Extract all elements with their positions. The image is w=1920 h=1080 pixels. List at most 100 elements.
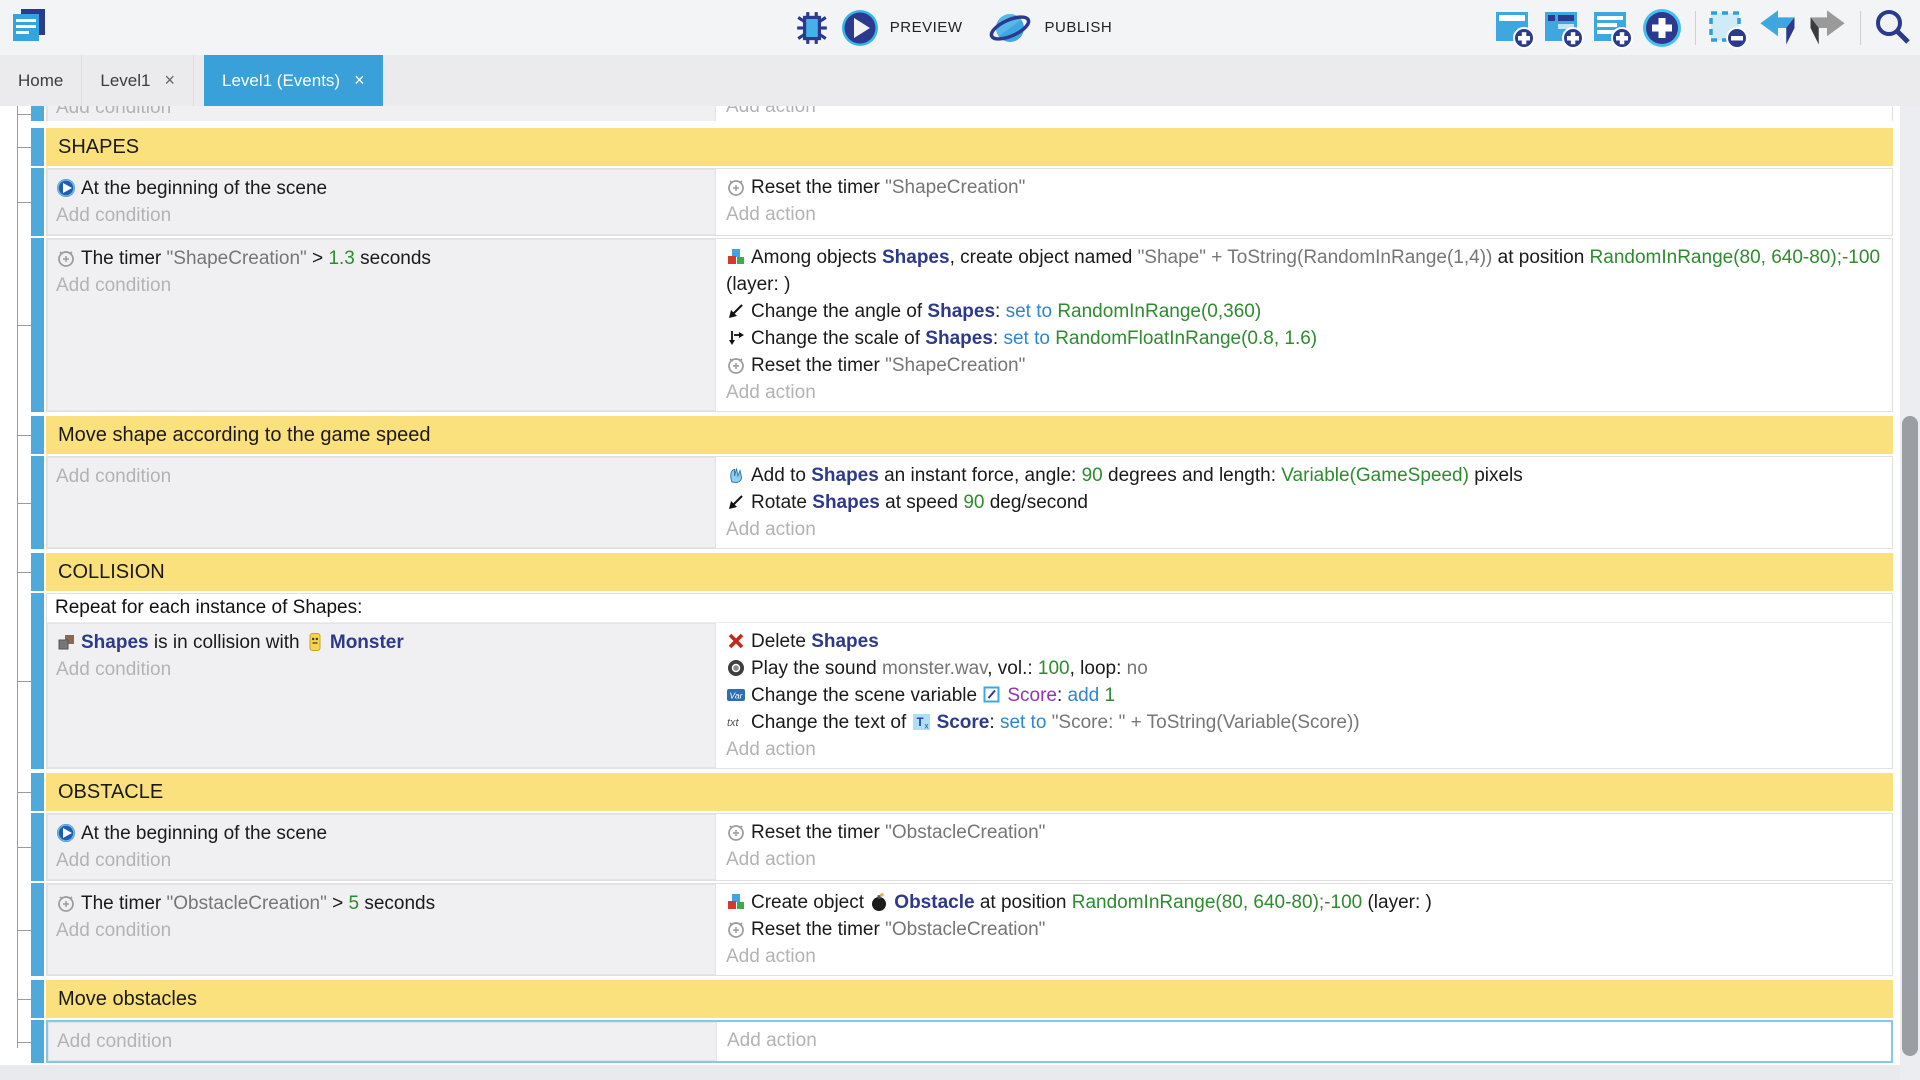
conditions-cell[interactable]: Add condition [47,457,716,548]
add-condition-button[interactable]: Add condition [56,656,707,683]
text-segment: (layer: ) [1362,892,1432,913]
event-block: At the beginning of the sceneAdd conditi… [0,168,1893,236]
close-icon[interactable]: × [164,70,175,91]
publish-globe-icon[interactable] [986,8,1034,48]
conditions-cell[interactable]: At the beginning of the scene Add conditi… [47,814,716,880]
action-line[interactable]: Reset the timer "ShapeCreation" [726,174,1892,201]
add-comment-icon[interactable] [1591,6,1635,50]
action-line[interactable]: Reset the timer "ObstacleCreation" [726,916,1892,943]
action-line[interactable]: Delete Shapes [726,628,1892,655]
group-header-label[interactable]: OBSTACLE [58,781,163,803]
action-line[interactable]: Play the sound monster.wav, vol.: 100, l… [726,655,1892,682]
actions-cell[interactable]: Add action [716,106,1892,121]
condition-line[interactable]: At the beginning of the scene [56,820,707,847]
actions-cell[interactable]: Create object Obstacle at position Rando… [716,884,1892,975]
add-more-icon[interactable] [1640,6,1684,50]
condition-line[interactable]: The timer "ShapeCreation" > 1.3 seconds [56,245,707,272]
action-line[interactable]: txtChange the text of TxScore: set to "S… [726,709,1892,736]
group-header-label[interactable]: COLLISION [58,561,165,583]
event-drag-handle[interactable] [31,238,44,412]
text-segment: At the beginning of the scene [81,823,327,844]
add-action-button[interactable]: Add action [726,379,1892,406]
add-action-button[interactable]: Add action [726,106,1892,120]
add-subevent-icon[interactable] [1542,6,1586,50]
event-drag-handle[interactable] [31,593,44,769]
action-line[interactable]: Create object Obstacle at position Rando… [726,889,1892,916]
add-action-button[interactable]: Add action [726,943,1892,970]
conditions-cell[interactable]: The timer "ShapeCreation" > 1.3 secondsA… [47,239,716,411]
repeat-for-each-label[interactable]: Repeat for each instance of Shapes: [47,594,1892,623]
add-condition-button[interactable]: Add condition [56,847,707,874]
text-segment: Shapes [927,301,995,322]
event-drag-handle[interactable] [31,416,44,454]
event-drag-handle[interactable] [31,980,44,1018]
text-object-icon: Tx [912,712,932,732]
vertical-scrollbar[interactable] [1900,106,1920,1080]
action-line[interactable]: Reset the timer "ObstacleCreation" [726,819,1892,846]
add-condition-button[interactable]: Add condition [57,1028,708,1055]
conditions-cell[interactable]: Add condition [48,1022,717,1061]
preview-play-icon[interactable] [840,8,880,48]
redo-icon[interactable] [1805,8,1849,48]
tab-level1[interactable]: Level1× [82,55,194,106]
group-header-label[interactable]: Move shape according to the game speed [58,424,430,446]
add-condition-button[interactable]: Add condition [56,272,707,299]
event-drag-handle[interactable] [31,773,44,811]
add-event-icon[interactable] [1493,6,1537,50]
add-condition-button[interactable]: Add condition [56,106,707,121]
action-line[interactable]: Among objects Shapes, create object name… [726,244,1892,298]
scrollbar-thumb[interactable] [1902,416,1918,1056]
conditions-cell[interactable]: Add condition [47,106,716,121]
publish-button[interactable]: PUBLISH [1044,19,1112,36]
event-drag-handle[interactable] [31,456,44,549]
actions-cell[interactable]: Add action [717,1022,1891,1061]
event-drag-handle[interactable] [31,883,44,976]
text-segment: Shapes [81,632,149,653]
timer-icon [726,919,746,939]
tab-home[interactable]: Home [0,55,82,106]
actions-cell[interactable]: Reset the timer "ObstacleCreation"Add ac… [716,814,1892,880]
search-icon[interactable] [1872,7,1914,49]
undo-icon[interactable] [1756,8,1800,48]
debugger-icon[interactable] [794,9,830,47]
event-drag-handle[interactable] [31,813,44,881]
actions-cell[interactable]: Reset the timer "ShapeCreation"Add actio… [716,169,1892,235]
group-header-label[interactable]: Move obstacles [58,988,197,1010]
conditions-cell[interactable]: At the beginning of the sceneAdd conditi… [47,169,716,235]
event-drag-handle[interactable] [31,168,44,236]
action-line[interactable]: VarChange the scene variable Score: add … [726,682,1892,709]
condition-line[interactable]: Shapes is in collision with Monster [56,629,707,656]
add-condition-button[interactable]: Add condition [56,463,707,490]
conditions-cell[interactable]: The timer "ObstacleCreation" > 5 seconds… [47,884,716,975]
actions-cell[interactable]: Add to Shapes an instant force, angle: 9… [716,457,1892,548]
add-action-button[interactable]: Add action [726,846,1892,873]
event-drag-handle[interactable] [31,128,44,166]
event-sheet: Add condition Add action SHAPES At the begi… [0,106,1920,1080]
add-condition-button[interactable]: Add condition [56,917,707,944]
close-icon[interactable]: × [354,70,365,91]
condition-line[interactable]: At the beginning of the scene [56,175,707,202]
conditions-cell[interactable]: Shapes is in collision with MonsterAdd c… [47,623,716,768]
add-action-button[interactable]: Add action [726,736,1892,763]
actions-cell[interactable]: Among objects Shapes, create object name… [716,239,1892,411]
actions-cell[interactable]: Delete ShapesPlay the sound monster.wav,… [716,623,1892,768]
add-action-button[interactable]: Add action [727,1027,1891,1054]
text-segment: set to [1000,712,1052,733]
tab-level1-events-[interactable]: Level1 (Events)× [204,55,383,106]
action-line[interactable]: Reset the timer "ShapeCreation" [726,352,1892,379]
event-drag-handle[interactable] [31,1020,44,1063]
condition-line[interactable]: The timer "ObstacleCreation" > 5 seconds [56,890,707,917]
event-drag-handle[interactable] [31,106,44,121]
preview-button[interactable]: PREVIEW [890,19,963,36]
svg-text:Var: Var [730,691,744,701]
action-line[interactable]: Add to Shapes an instant force, angle: 9… [726,462,1892,489]
action-line[interactable]: Change the scale of Shapes: set to Rando… [726,325,1892,352]
add-action-button[interactable]: Add action [726,201,1892,228]
add-condition-button[interactable]: Add condition [56,202,707,229]
action-line[interactable]: Rotate Shapes at speed 90 deg/second [726,489,1892,516]
remove-event-icon[interactable] [1707,6,1751,50]
add-action-button[interactable]: Add action [726,516,1892,543]
group-header-label[interactable]: SHAPES [58,136,139,158]
action-line[interactable]: Change the angle of Shapes: set to Rando… [726,298,1892,325]
event-drag-handle[interactable] [31,553,44,591]
